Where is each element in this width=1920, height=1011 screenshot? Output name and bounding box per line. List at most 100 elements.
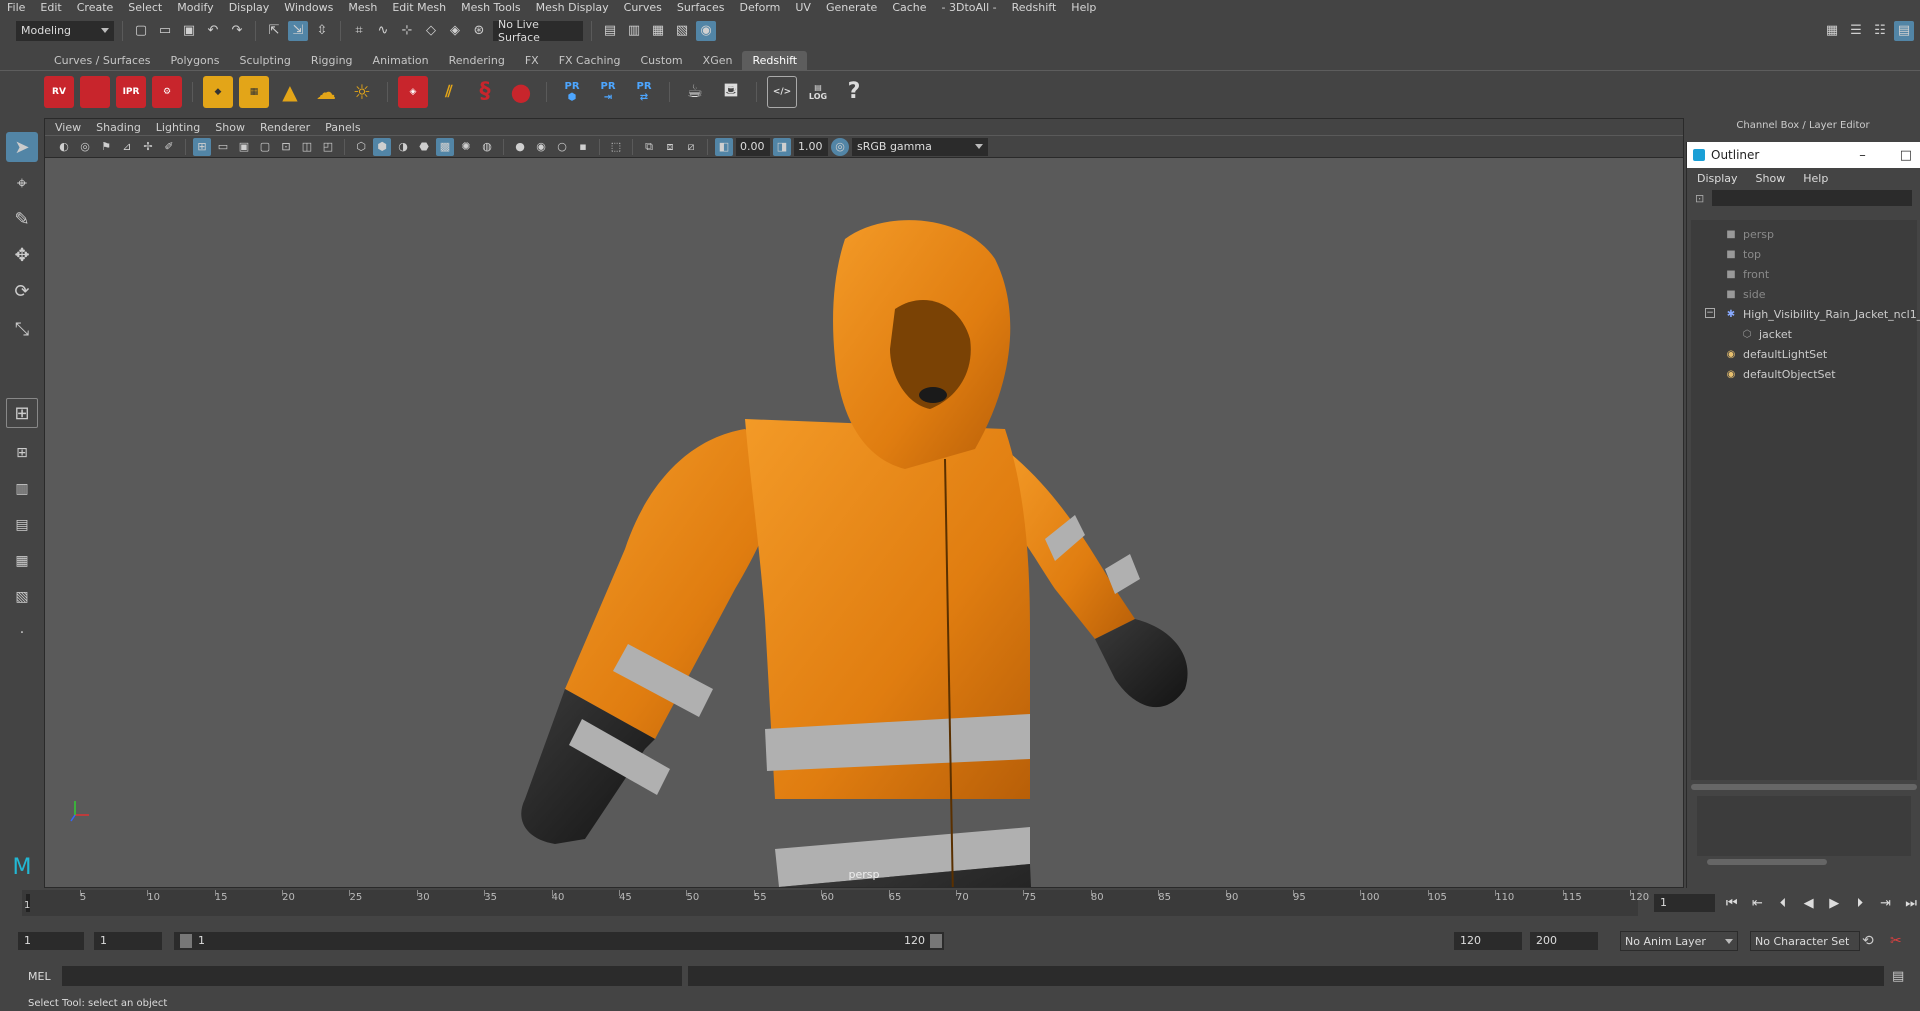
channel-box-icon[interactable]: ▤ [1894,20,1914,41]
jacket-model[interactable] [45,159,1683,887]
film-gate-icon[interactable]: ▭ [214,138,232,156]
new-scene-icon[interactable]: ▢ [131,21,151,41]
select-component-icon[interactable]: ⇳ [312,21,332,41]
gate-mask-icon[interactable]: ▢ [256,138,274,156]
render-globals-icon[interactable]: ▧ [672,21,692,41]
rs-hair-button[interactable]: § [470,76,500,108]
exposure-field[interactable]: 0.00 [736,137,770,156]
shelf-tab-custom[interactable]: Custom [631,51,693,70]
menu-item-help[interactable]: Help [1064,0,1104,16]
2d-pan-icon[interactable]: ✢ [139,138,157,156]
shelf-tab-sculpting[interactable]: Sculpting [229,51,300,70]
rs-spot-light-button[interactable]: ▲ [275,76,305,108]
menu-item-modify[interactable]: Modify [170,0,221,16]
shadows-icon[interactable]: ◍ [478,138,496,156]
menu-item-3dtoall[interactable]: - 3DtoAll - [935,0,1005,16]
menu-item-create[interactable]: Create [70,0,122,16]
snap-grid-icon[interactable]: ⌗ [349,21,369,41]
colorspace-dropdown[interactable]: sRGB gamma [852,137,988,156]
viewport-panel[interactable]: View Shading Lighting Show Renderer Panels ◐ … [44,118,1684,888]
use-all-lights-icon[interactable]: ✺ [457,138,475,156]
menu-item-mesh-display[interactable]: Mesh Display [529,0,617,16]
menu-item-edit[interactable]: Edit [33,0,69,16]
redo-icon[interactable]: ↷ [227,21,247,41]
open-scene-icon[interactable]: ▭ [155,21,175,41]
rs-area-light-button[interactable]: ◆ [203,75,233,108]
menu-item-cache[interactable]: Cache [885,0,934,16]
menu-item-surfaces[interactable]: Surfaces [670,0,733,16]
script-editor-icon[interactable]: ▤ [1892,969,1904,984]
outliner-item[interactable]: ✱ High_Visibility_Rain_Jacket_ncl1_1 [1725,304,1920,324]
viewport-menu-view[interactable]: View [55,121,90,134]
redshift-renderview-button[interactable]: RV [44,75,74,108]
shelf-tab-xgen[interactable]: XGen [693,51,743,70]
range-slider-start-handle[interactable] [180,934,192,948]
rs-teapot2-button[interactable]: ⛾ [716,76,746,108]
outliner-item[interactable]: ■ persp [1725,224,1774,244]
play-forward-icon[interactable]: ▶ [1825,896,1843,911]
anim-end-input[interactable]: 200 [1530,932,1598,950]
filter-icon[interactable]: ⊡ [1695,192,1704,205]
step-back-icon[interactable]: ⏴ [1774,896,1792,911]
persp-graph-icon[interactable]: ▦ [6,546,38,576]
snap-curve-icon[interactable]: ∿ [373,21,393,41]
multisample-aa-icon[interactable]: ○ [553,138,571,156]
step-forward-key-icon[interactable]: ⇥ [1877,896,1895,911]
rs-portal-light-button[interactable]: ▦ [239,75,269,108]
command-lang-label[interactable]: MEL [28,970,51,983]
collapse-toggle-icon[interactable]: − [1705,308,1715,318]
screen-space-ao-icon[interactable]: ● [511,138,529,156]
menu-item-select[interactable]: Select [121,0,170,16]
scale-tool-icon[interactable]: ⤡ [6,314,38,344]
xray-icon[interactable]: ⧉ [640,138,658,156]
menu-item-generate[interactable]: Generate [819,0,885,16]
go-to-start-icon[interactable]: ⏮ [1723,896,1741,911]
current-frame-input[interactable]: 1 [1654,894,1715,912]
render-frame-icon[interactable]: ▥ [624,21,644,41]
shelf-tab-rigging[interactable]: Rigging [301,51,363,70]
viewport-menu-renderer[interactable]: Renderer [260,121,319,134]
viewport-menu-shading[interactable]: Shading [96,121,150,134]
safe-title-icon[interactable]: ◰ [319,138,337,156]
isolate-select-icon[interactable]: ⬚ [607,138,625,156]
menu-item-deform[interactable]: Deform [732,0,788,16]
rotate-tool-icon[interactable]: ⟳ [6,276,38,306]
outliner-item[interactable]: ◉ defaultLightSet [1725,344,1828,364]
outliner-menu-show[interactable]: Show [1756,172,1786,185]
shelf-tab-curves-surfaces[interactable]: Curves / Surfaces [44,51,161,70]
snap-point-icon[interactable]: ⊹ [397,21,417,41]
viewport-menu-lighting[interactable]: Lighting [156,121,209,134]
shelf-tab-polygons[interactable]: Polygons [161,51,230,70]
outliner-search-input[interactable] [1712,190,1913,206]
viewport-menu-panels[interactable]: Panels [325,121,369,134]
bookmark-icon[interactable]: ⚑ [97,138,115,156]
camera-attr-icon[interactable]: ◎ [76,138,94,156]
menu-item-curves[interactable]: Curves [617,0,670,16]
undo-icon[interactable]: ↶ [203,21,223,41]
side-by-side-icon[interactable]: ▥ [6,474,38,504]
viewport-menu-show[interactable]: Show [215,121,254,134]
menu-item-mesh-tools[interactable]: Mesh Tools [454,0,529,16]
log-button[interactable]: ▤ LOG [803,76,833,108]
maximize-icon[interactable]: □ [1900,148,1912,163]
menu-item-display[interactable]: Display [222,0,278,16]
lower-h-scrollbar[interactable] [1707,859,1827,865]
menu-item-edit-mesh[interactable]: Edit Mesh [385,0,454,16]
snap-view-icon[interactable]: ◇ [421,21,441,41]
script-editor-button[interactable]: </> [767,75,797,108]
shelf-tab-redshift[interactable]: Redshift [742,51,808,70]
redshift-render-button[interactable] [80,75,110,108]
step-forward-icon[interactable]: ⏵ [1851,896,1869,911]
select-object-icon[interactable]: ⇲ [288,20,308,41]
textured-icon[interactable]: ▩ [436,137,454,156]
resolution-gate-icon[interactable]: ▣ [235,138,253,156]
select-tool-icon[interactable]: ➤ [6,132,38,162]
character-set-dropdown[interactable]: No Character Set [1750,931,1860,951]
playback-start-input[interactable]: 1 [94,932,162,950]
live-surface-field[interactable]: No Live Surface [493,18,583,44]
shelf-tab-rendering[interactable]: Rendering [439,51,515,70]
persp-hypershade-icon[interactable]: ▧ [6,582,38,612]
gamma-field[interactable]: 1.00 [794,137,828,156]
help-button[interactable]: ? [839,76,869,108]
menu-item-mesh[interactable]: Mesh [341,0,385,16]
